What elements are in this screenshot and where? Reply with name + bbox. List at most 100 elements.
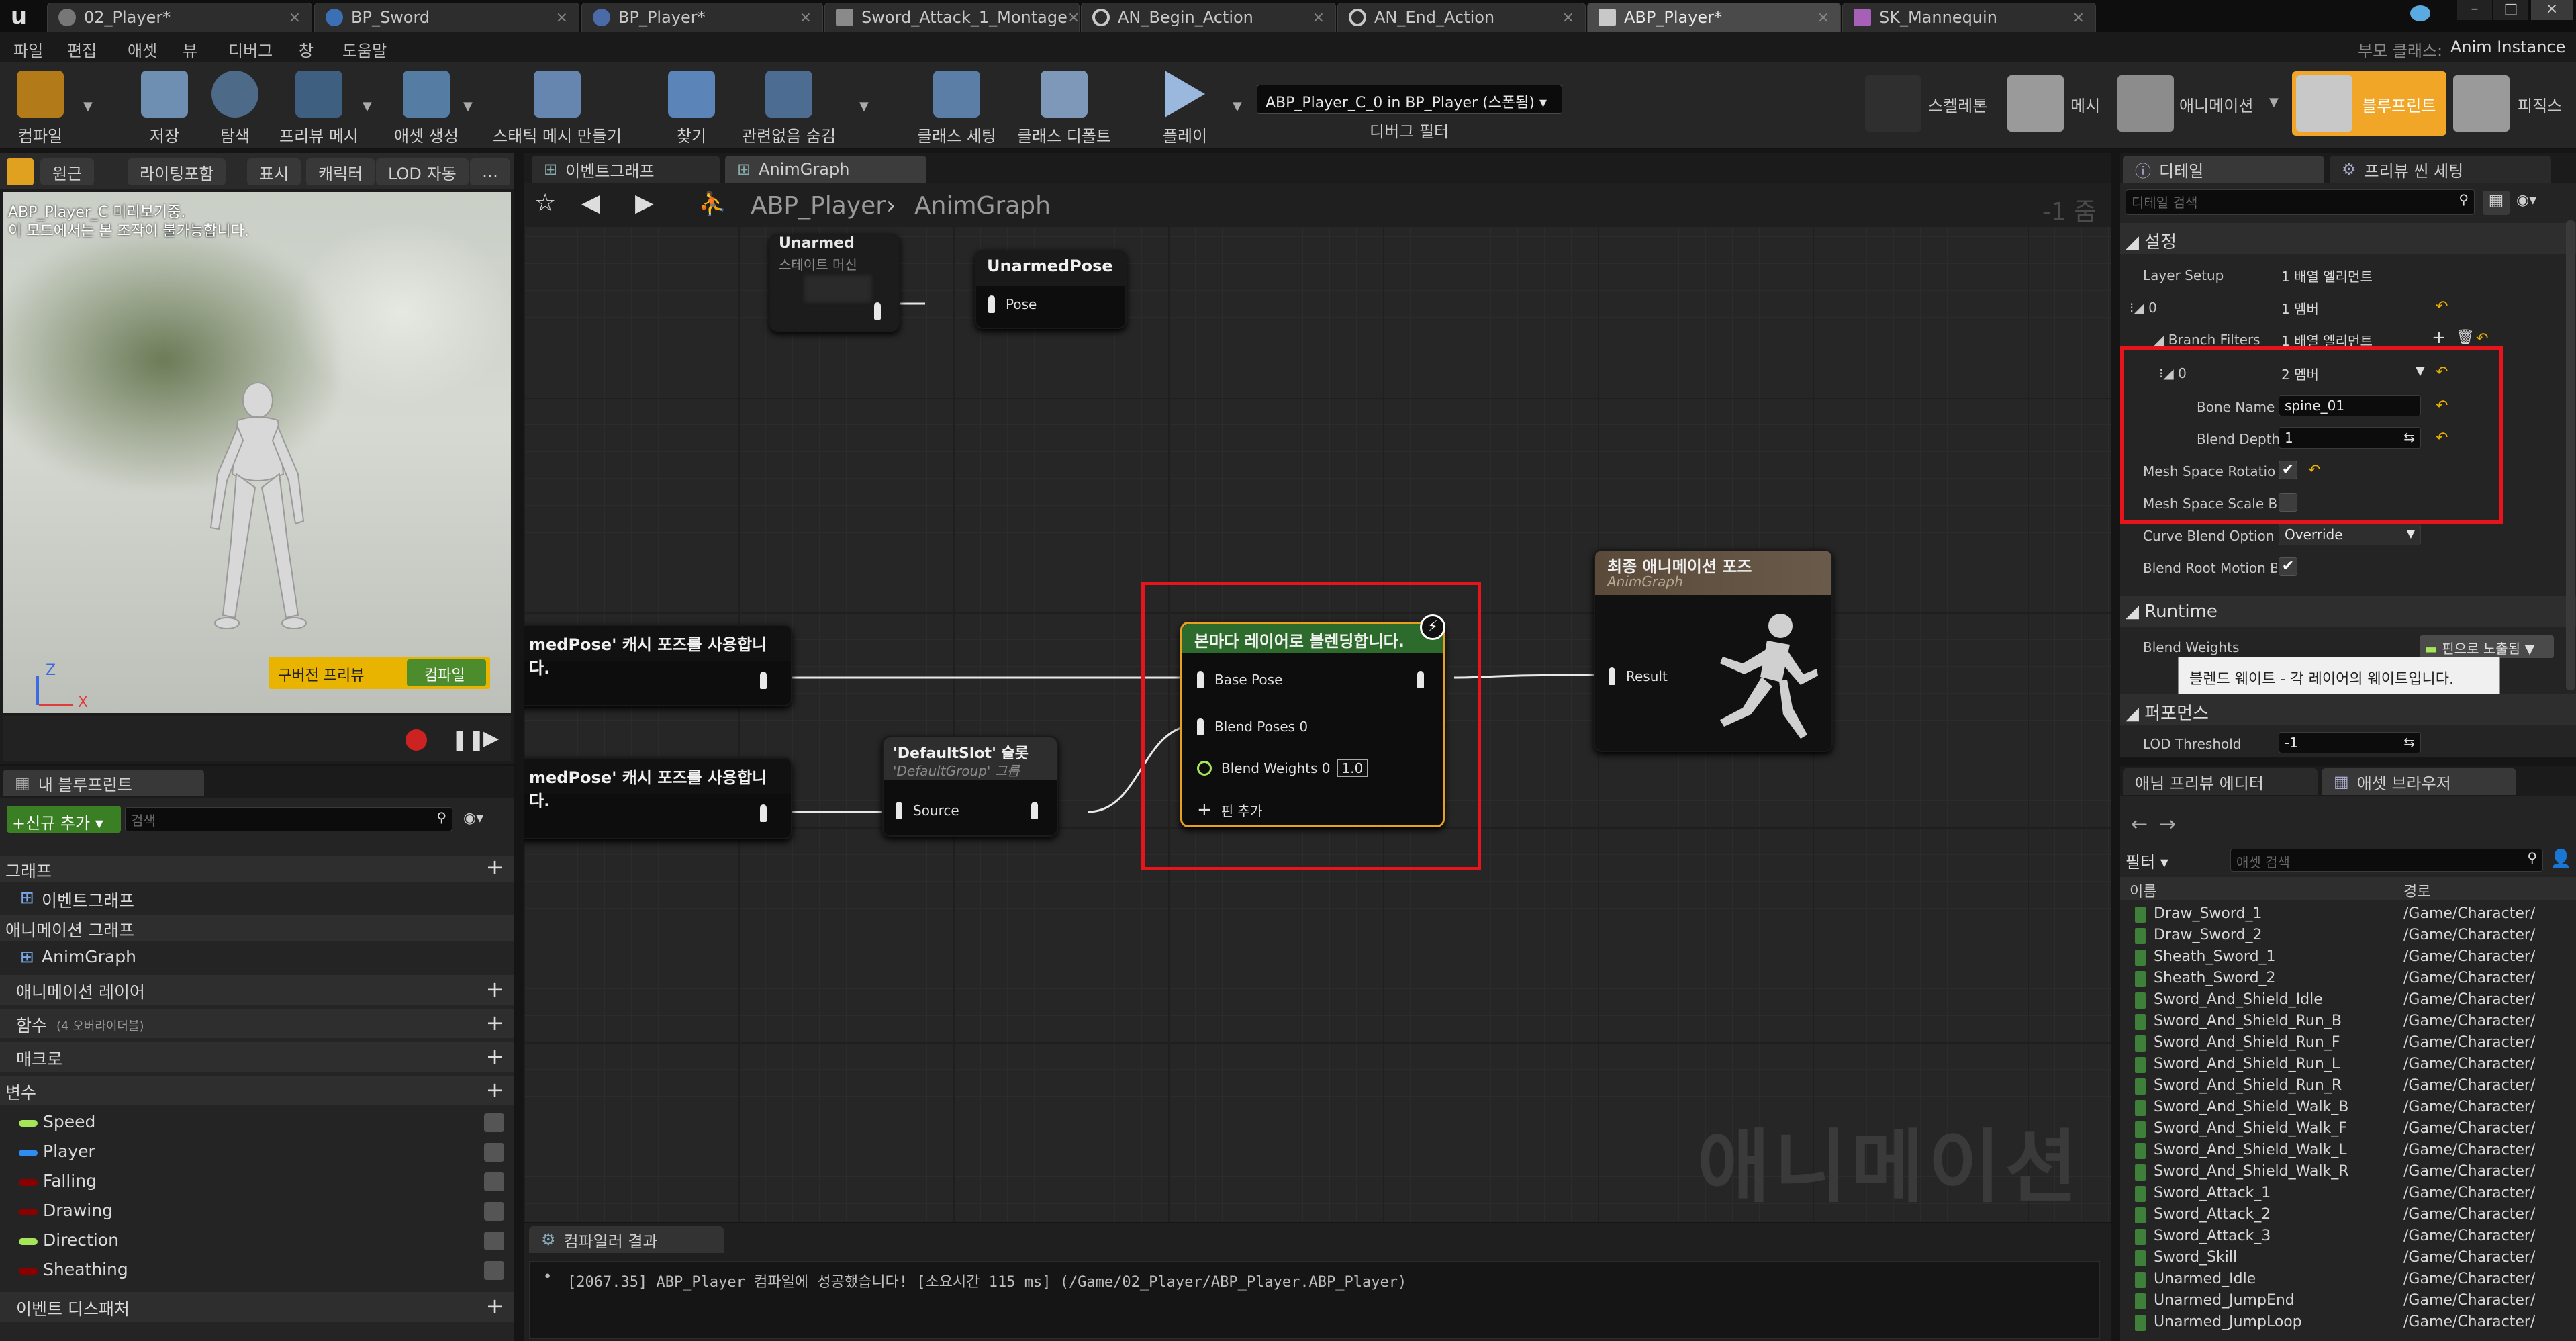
use-cached-pose-node-1[interactable]: medPose' 캐시 포즈를 사용합니다. <box>524 625 792 706</box>
variable-item[interactable]: Drawing <box>0 1197 514 1226</box>
anim-graph-item[interactable]: ⊞ AnimGraph <box>0 944 514 971</box>
viewport-options-icon[interactable] <box>7 158 34 185</box>
lighting-button[interactable]: 라이팅포함 <box>128 158 226 185</box>
class-defaults-button[interactable]: 클래스 디폴트 <box>1014 67 1114 146</box>
pause-icon[interactable]: ❚❚ <box>451 728 485 751</box>
tab-bp-sword[interactable]: BP_Sword × <box>314 3 579 32</box>
compile-button[interactable]: 컴파일 <box>7 67 74 146</box>
variable-visibility-eye-icon[interactable] <box>484 1202 504 1221</box>
asset-row[interactable]: Sword_And_Shield_Idle/Game/Character/ <box>2120 990 2576 1011</box>
tab-an-begin-action[interactable]: AN_Begin_Action × <box>1081 3 1336 32</box>
menu-asset[interactable]: 애셋 <box>128 38 157 61</box>
asset-row[interactable]: Sword_And_Shield_Walk_F/Game/Character/ <box>2120 1119 2576 1140</box>
find-button[interactable]: 찾기 <box>658 67 725 146</box>
perspective-button[interactable]: 원근 <box>40 158 95 185</box>
asset-row[interactable]: Sword_And_Shield_Run_F/Game/Character/ <box>2120 1033 2576 1054</box>
unreal-logo-icon[interactable]: u <box>4 3 34 30</box>
close-icon[interactable]: × <box>2072 9 2085 26</box>
event-graph-item[interactable]: ⊞ 이벤트그래프 <box>0 885 514 912</box>
tab-sword-attack-montage[interactable]: Sword_Attack_1_Montage × <box>824 3 1080 32</box>
tab-bp-player[interactable]: BP_Player* × <box>581 3 823 32</box>
tab-02-player[interactable]: 02_Player* × <box>47 3 312 32</box>
event-dispatchers-category[interactable]: 이벤트 디스패처 + <box>0 1292 514 1322</box>
skeleton-mode-icon[interactable] <box>1865 75 1921 132</box>
asset-row[interactable]: Sword_Attack_2/Game/Character/ <box>2120 1205 2576 1226</box>
variable-item[interactable]: Speed <box>0 1108 514 1138</box>
minimize-button[interactable]: – <box>2457 0 2492 20</box>
animation-mode-dropdown[interactable]: ▼ <box>2269 95 2279 109</box>
step-forward-icon[interactable]: ▶ <box>483 727 499 750</box>
curve-blend-option-select[interactable]: Override ▼ <box>2279 524 2421 545</box>
asset-row[interactable]: Unarmed_JumpEnd/Game/Character/ <box>2120 1291 2576 1312</box>
runtime-section-header[interactable]: ◢ Runtime <box>2120 596 2576 627</box>
asset-row[interactable]: Sword_And_Shield_Walk_R/Game/Character/ <box>2120 1162 2576 1183</box>
asset-row[interactable]: Sheath_Sword_1/Game/Character/ <box>2120 947 2576 968</box>
class-settings-button[interactable]: 클래스 세팅 <box>913 67 1000 146</box>
source-input-pin[interactable]: Source <box>896 802 959 819</box>
asset-row[interactable]: Sheath_Sword_2/Game/Character/ <box>2120 968 2576 990</box>
asset-row[interactable]: Sword_And_Shield_Walk_B/Game/Character/ <box>2120 1097 2576 1119</box>
variable-visibility-eye-icon[interactable] <box>484 1143 504 1162</box>
output-pose-pin-icon[interactable] <box>760 672 767 689</box>
details-view-options-eye-icon[interactable]: ◉▾ <box>2516 192 2563 214</box>
asset-row[interactable]: Unarmed_JumpLoop/Game/Character/ <box>2120 1312 2576 1334</box>
preview-scene[interactable]: ABP_Player_C 미리보기중. 이 모드에서는 본 조작이 불가능합니다… <box>3 192 511 713</box>
anim-preview-editor-tab[interactable]: 애님 프리뷰 에디터 <box>2123 768 2318 795</box>
pose-input-pin[interactable]: Pose <box>988 295 1037 313</box>
unarmed-state-machine-node[interactable]: Unarmed 스테이트 머신 <box>769 234 900 332</box>
preview-scene-settings-tab[interactable]: ⚙ 프리뷰 씬 세팅 <box>2330 156 2551 183</box>
play-button[interactable]: 플레이 <box>1148 67 1222 146</box>
history-forward-icon[interactable]: → <box>2159 813 2176 836</box>
mesh-mode-icon[interactable] <box>2007 75 2064 132</box>
settings-section-header[interactable]: ◢ 설정 <box>2120 223 2576 254</box>
asset-row[interactable]: Sword_Attack_1/Game/Character/ <box>2120 1183 2576 1205</box>
details-tab[interactable]: ⓘ 디테일 <box>2123 156 2324 183</box>
add-function-icon[interactable]: + <box>485 1012 504 1033</box>
lod-threshold-input[interactable]: -1 ⇆ <box>2279 732 2421 753</box>
asset-row[interactable]: Sword_And_Shield_Walk_L/Game/Character/ <box>2120 1140 2576 1162</box>
use-cached-pose-node-2[interactable]: medPose' 캐시 포즈를 사용합니다. <box>524 757 792 839</box>
add-element-icon[interactable]: + <box>2432 328 2446 348</box>
tab-event-graph[interactable]: ⊞ 이벤트그래프 <box>532 156 720 183</box>
layer-0-row[interactable]: ⁝◢ 0 1 멤버 ↶ <box>2120 293 2576 320</box>
close-icon[interactable]: × <box>289 9 301 26</box>
asset-row[interactable]: Sword_Skill/Game/Character/ <box>2120 1248 2576 1269</box>
asset-row[interactable]: Unarmed_Idle/Game/Character/ <box>2120 1269 2576 1291</box>
close-icon[interactable]: × <box>556 9 568 26</box>
close-icon[interactable]: × <box>1817 9 1829 26</box>
play-options-dropdown[interactable]: ▼ <box>1233 99 1242 113</box>
hide-unrelated-dropdown[interactable]: ▼ <box>859 99 869 113</box>
make-static-mesh-button[interactable]: 스태틱 메시 만들기 <box>483 67 631 146</box>
notification-icon[interactable] <box>2410 5 2430 21</box>
tab-anim-graph[interactable]: ⊞ AnimGraph <box>725 156 926 183</box>
output-pose-pin-icon[interactable] <box>1031 802 1038 819</box>
menu-file[interactable]: 파일 <box>13 38 43 61</box>
asset-row[interactable]: Sword_And_Shield_Run_B/Game/Character/ <box>2120 1011 2576 1033</box>
menu-help[interactable]: 도움말 <box>342 38 387 61</box>
compile-options-dropdown[interactable]: ▼ <box>83 99 93 113</box>
close-icon[interactable]: × <box>1067 9 1079 26</box>
close-icon[interactable]: × <box>800 9 812 26</box>
macros-category[interactable]: 매크로 + <box>0 1042 514 1072</box>
details-search-input[interactable]: 디테일 검색 ⚲ <box>2126 189 2475 215</box>
asset-browser-tab[interactable]: ▦ 애셋 브라우저 <box>2322 768 2516 795</box>
performance-section-header[interactable]: ◢ 퍼포먼스 <box>2120 694 2576 725</box>
my-blueprint-tab[interactable]: ▦ 내 블루프린트 <box>3 770 204 796</box>
tab-abp-player[interactable]: ABP_Player* × <box>1587 3 1841 32</box>
functions-category[interactable]: 함수 (4 오버라이더블) + <box>0 1009 514 1038</box>
browse-button[interactable]: 탐색 <box>201 67 269 146</box>
default-slot-node[interactable]: 'DefaultSlot' 슬롯 'DefaultGroup' 그룹 Sourc… <box>882 736 1058 837</box>
unarmed-pose-cache-node[interactable]: UnarmedPose Pose <box>975 250 1127 329</box>
add-graph-icon[interactable]: + <box>485 856 504 878</box>
more-options-button[interactable]: … <box>470 158 510 185</box>
menu-debug[interactable]: 디버그 <box>228 38 273 61</box>
asset-row[interactable]: Sword_Attack_3/Game/Character/ <box>2120 1226 2576 1248</box>
anim-graphs-category[interactable]: 애니메이션 그래프 <box>0 915 514 941</box>
column-path-header[interactable]: 경로 <box>2403 880 2430 901</box>
delete-trash-icon[interactable]: 🗑 <box>2456 329 2475 346</box>
show-button[interactable]: 표시 <box>247 158 301 185</box>
physics-mode-icon[interactable] <box>2453 75 2510 132</box>
add-macro-icon[interactable]: + <box>485 1046 504 1067</box>
add-anim-layer-icon[interactable]: + <box>485 978 504 1000</box>
mode-mesh-label[interactable]: 메시 <box>2070 93 2100 116</box>
